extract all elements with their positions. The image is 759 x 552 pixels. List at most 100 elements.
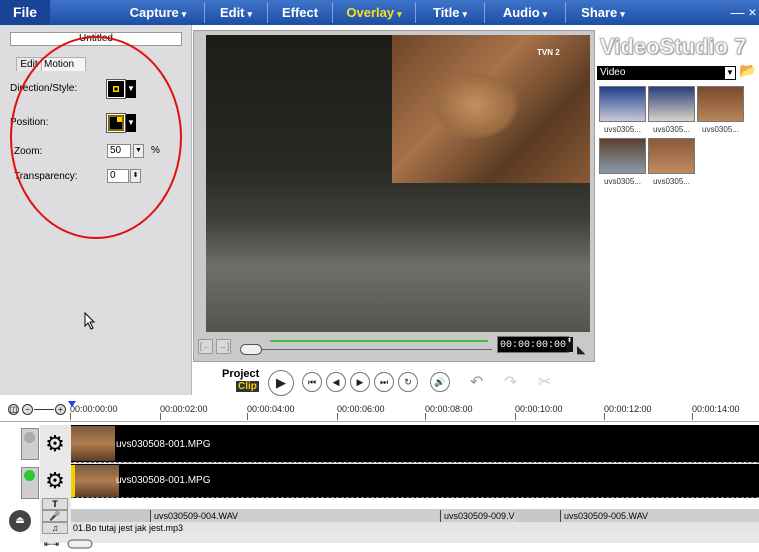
voice-track-label[interactable]: 🎤: [42, 510, 68, 522]
chevron-down-icon: ▾: [462, 9, 468, 19]
ruler-tick-label: 00:00:12:00: [604, 404, 652, 414]
split-clip-icon[interactable]: ✂: [538, 372, 551, 392]
step-edit[interactable]: Edit ▾: [205, 2, 267, 23]
mark-out-button[interactable]: →]: [216, 339, 231, 354]
trim-range-line: [270, 340, 488, 342]
fit-timeline-icon[interactable]: ◫: [8, 404, 19, 415]
step-capture[interactable]: Capture ▾: [112, 2, 204, 23]
scrub-track[interactable]: [240, 349, 492, 350]
ruler-tick: [692, 413, 693, 420]
undo-icon[interactable]: ↶: [470, 372, 483, 392]
next-frame-button[interactable]: ▶: [350, 372, 370, 392]
insert-media-icon[interactable]: ⏏: [9, 510, 31, 532]
zoom-in-icon[interactable]: +: [55, 404, 66, 415]
ruler-tick: [70, 413, 71, 420]
step-effect[interactable]: Effect: [268, 2, 332, 23]
video-clip-label: uvs030508-001.MPG: [116, 439, 211, 450]
zoom-slider[interactable]: [34, 409, 54, 410]
library-thumb[interactable]: [599, 138, 646, 174]
chevron-down-icon: ▾: [542, 9, 548, 19]
step-audio-label: Audio: [502, 5, 540, 20]
project-mode-label[interactable]: Project: [222, 368, 259, 380]
audio-clip[interactable]: uvs030509-005.WAV: [560, 510, 759, 522]
scrub-handle[interactable]: [240, 344, 262, 355]
step-capture-label: Capture: [129, 5, 179, 20]
svg-text:⇤⇥: ⇤⇥: [44, 540, 59, 549]
ruler-tick: [425, 413, 426, 420]
end-button[interactable]: ⏭: [374, 372, 394, 392]
step-share[interactable]: Share ▾: [566, 2, 640, 23]
timeline-scroll[interactable]: ⇤⇥: [44, 539, 94, 550]
video-track-icon[interactable]: ⚙: [42, 429, 68, 459]
chevron-down-icon: ▾: [397, 9, 402, 19]
ruler-tick-label: 00:00:00:00: [70, 404, 118, 414]
music-track-label[interactable]: ♫: [42, 522, 68, 534]
chevron-down-icon[interactable]: ▼: [724, 66, 736, 80]
mark-in-button[interactable]: [←: [198, 339, 213, 354]
library-thumb[interactable]: [599, 86, 646, 122]
chevron-down-icon: ▾: [620, 9, 625, 19]
red-highlight-ellipse: [10, 36, 182, 239]
step-audio[interactable]: Audio ▾: [485, 2, 565, 23]
overlay-clip-thumbnail[interactable]: [75, 465, 119, 497]
ruler-tick-label: 00:00:08:00: [425, 404, 473, 414]
previous-frame-button[interactable]: ◀: [326, 372, 346, 392]
step-title[interactable]: Title ▾: [416, 2, 484, 23]
ruler-tick-label: 00:00:14:00: [692, 404, 740, 414]
storyboard-icon: [24, 432, 35, 443]
ruler-tick: [247, 413, 248, 420]
step-edit-label: Edit: [219, 5, 245, 20]
play-button[interactable]: ▶: [268, 370, 294, 396]
zoom-out-icon[interactable]: −: [22, 404, 33, 415]
clip-mode-label[interactable]: Clip: [236, 381, 259, 392]
library-thumb[interactable]: [697, 86, 744, 122]
enlarge-icon[interactable]: ◣: [577, 343, 585, 356]
title-track[interactable]: [71, 498, 759, 510]
step-title-label: Title: [432, 5, 460, 20]
home-button[interactable]: ⏮: [302, 372, 322, 392]
ruler-tick-label: 00:00:02:00: [160, 404, 208, 414]
timeline-active-icon: [24, 470, 35, 481]
ruler-tick: [515, 413, 516, 420]
window-controls[interactable]: — ×: [728, 0, 759, 25]
chevron-down-icon: ▾: [247, 9, 253, 19]
title-track-label[interactable]: T: [42, 498, 68, 510]
step-effect-label: Effect: [281, 5, 319, 20]
library-thumb[interactable]: [648, 138, 695, 174]
library-thumb-caption: uvs0305...: [653, 177, 690, 186]
music-clip-label[interactable]: 01.Bo tutaj jest jak jest.mp3: [71, 522, 183, 534]
ruler-tick: [604, 413, 605, 420]
step-overlay-label: Overlay: [346, 5, 395, 20]
repeat-button[interactable]: ↻: [398, 372, 418, 392]
channel-logo: TVN 2: [537, 48, 560, 57]
audio-clip[interactable]: uvs030509-004.WAV: [150, 510, 438, 522]
library-thumb-caption: uvs0305...: [702, 125, 739, 134]
volume-button[interactable]: 🔊: [430, 372, 450, 392]
chevron-down-icon: ▾: [181, 9, 187, 19]
redo-icon[interactable]: ↷: [504, 372, 517, 392]
timecode-display[interactable]: 00:00:00:00: [497, 336, 569, 353]
ruler-tick-label: 00:00:04:00: [247, 404, 295, 414]
deer-image: [430, 70, 520, 140]
library-thumb-caption: uvs0305...: [604, 125, 641, 134]
step-overlay[interactable]: Overlay ▾: [333, 2, 415, 23]
audio-clip[interactable]: uvs030509-009.V: [440, 510, 515, 522]
file-menu[interactable]: File: [0, 0, 50, 25]
ruler-tick: [160, 413, 161, 420]
library-category-select[interactable]: Video: [597, 66, 725, 80]
mouse-cursor-icon: [84, 311, 96, 333]
timecode-stepper[interactable]: ⬍: [566, 337, 573, 352]
library-thumb-caption: uvs0305...: [604, 177, 641, 186]
overlay-track-icon[interactable]: ⚙: [42, 466, 68, 496]
overlay-clip-label: uvs030508-001.MPG: [116, 475, 211, 486]
step-share-label: Share: [581, 5, 618, 20]
ruler-tick-label: 00:00:10:00: [515, 404, 563, 414]
app-brand: VideoStudio 7: [599, 34, 747, 60]
library-thumb-caption: uvs0305...: [653, 125, 690, 134]
library-thumb[interactable]: [648, 86, 695, 122]
ruler-tick-label: 00:00:06:00: [337, 404, 385, 414]
ruler-tick: [337, 413, 338, 420]
track-separator: [71, 462, 759, 463]
video-clip-thumbnail[interactable]: [71, 426, 115, 461]
open-folder-icon[interactable]: 📂: [739, 62, 759, 80]
